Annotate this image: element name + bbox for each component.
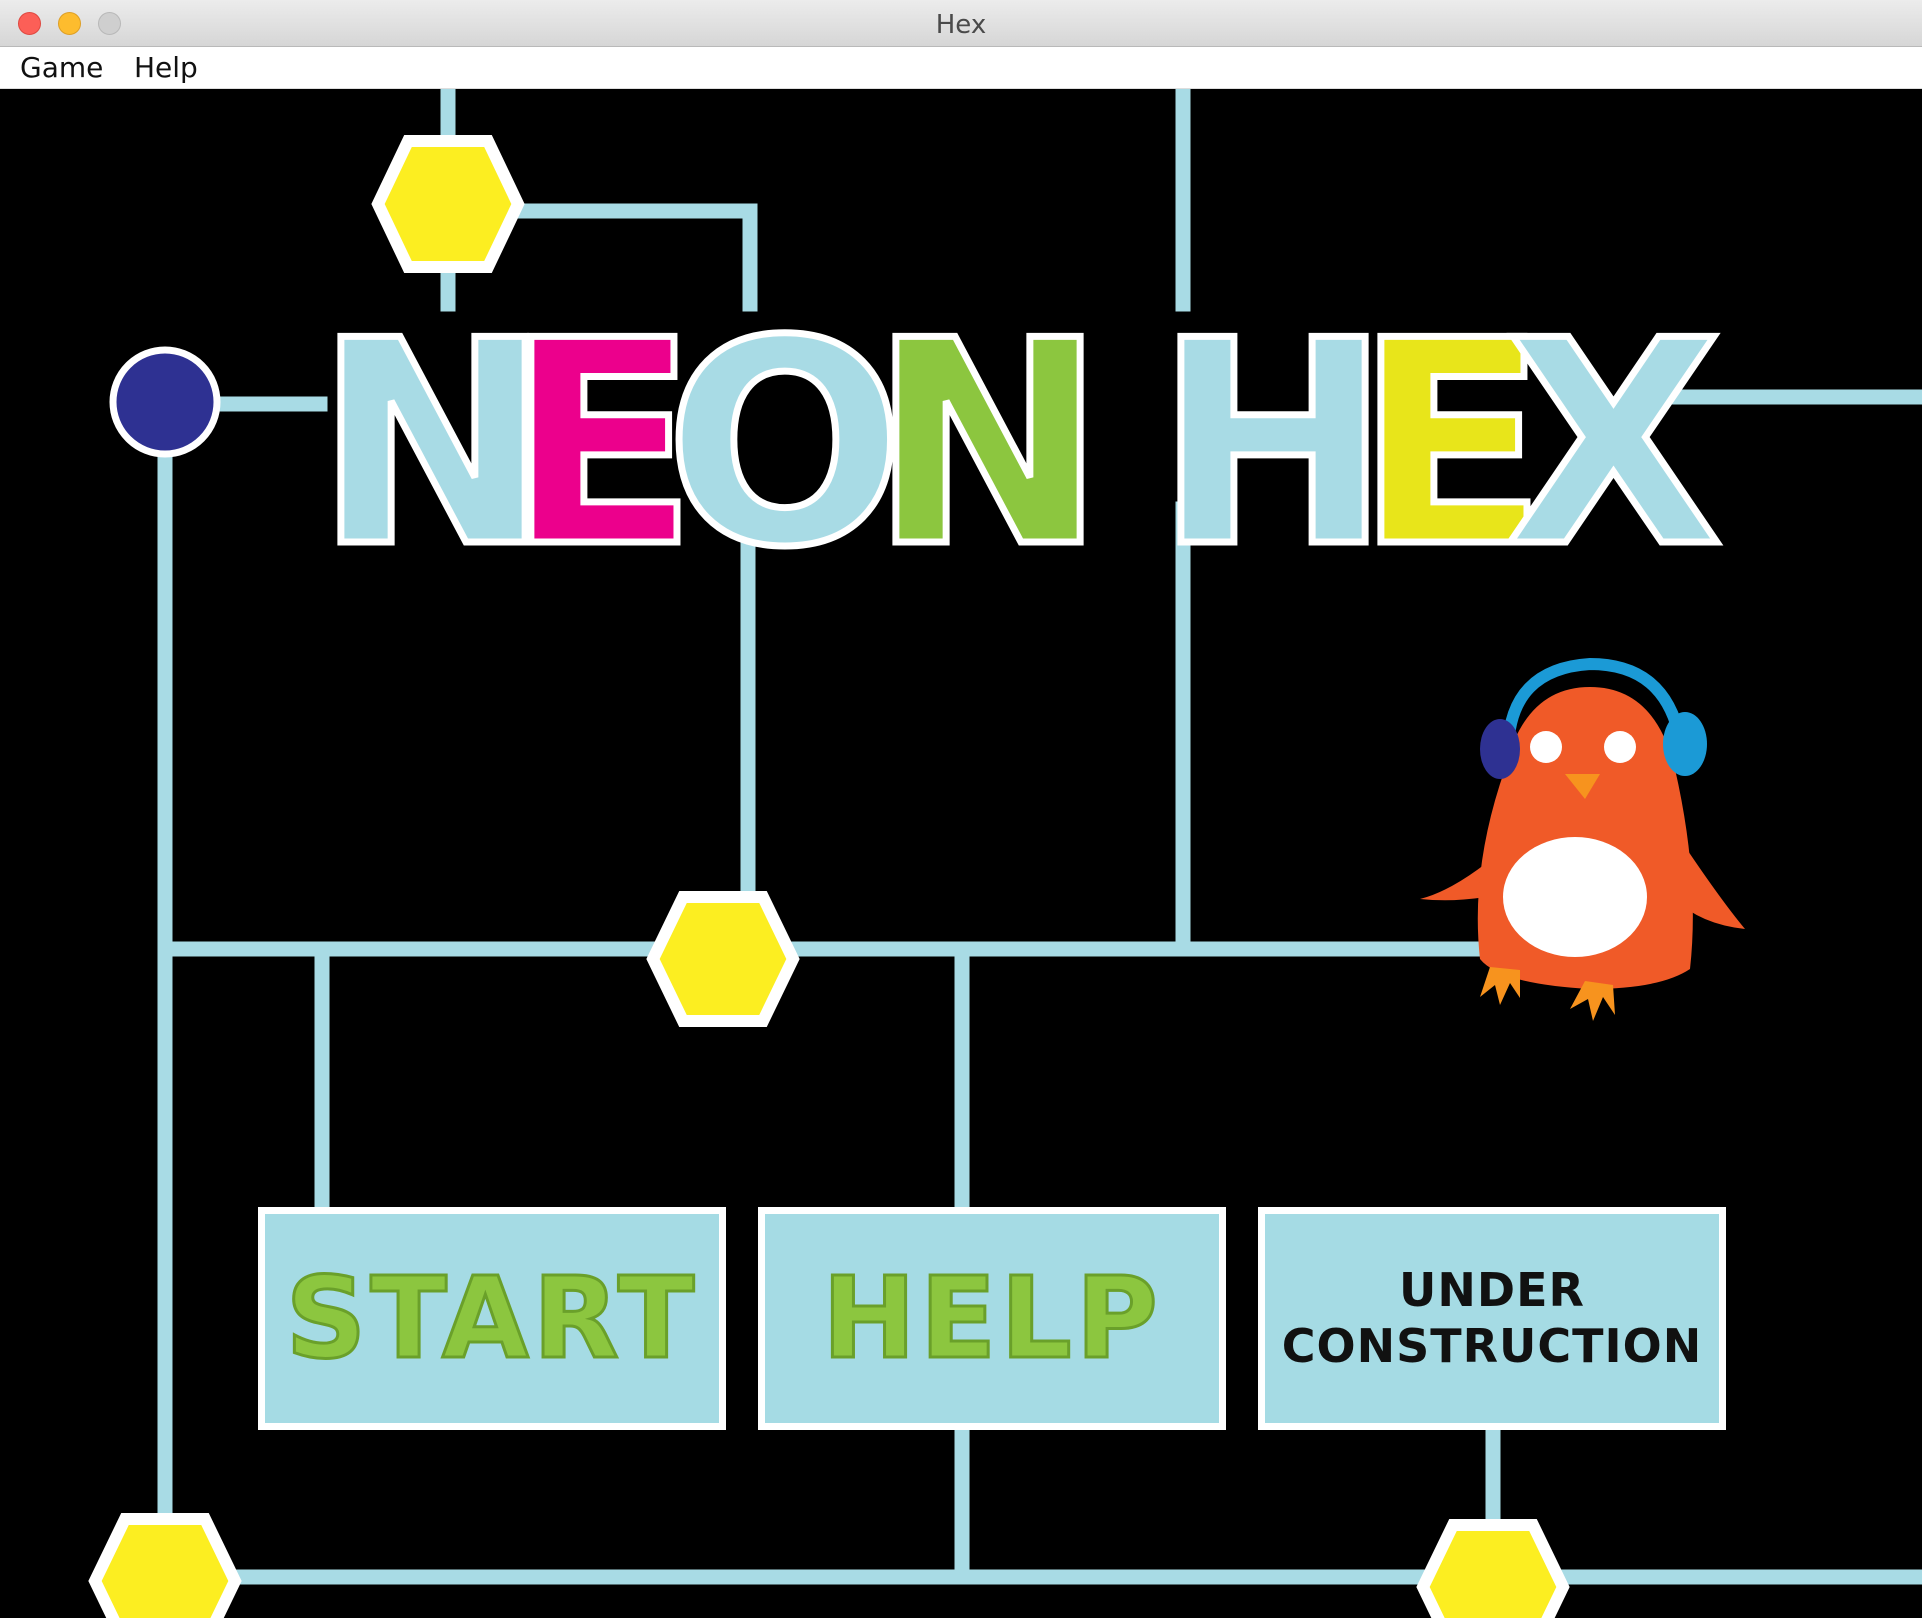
under-construction-button[interactable]: UNDER CONSTRUCTION (1258, 1207, 1726, 1430)
game-canvas: N E O N H E X START HELP UNDER CONSTRUCT… (0, 89, 1922, 1618)
menu-help[interactable]: Help (134, 51, 198, 84)
circle-node (109, 346, 221, 458)
start-button[interactable]: START (258, 1207, 726, 1430)
penguin-foot (1480, 967, 1520, 1005)
menu-game[interactable]: Game (20, 51, 103, 84)
penguin-eye (1530, 731, 1562, 763)
hex-node (1416, 1519, 1570, 1618)
penguin-mascot (1420, 657, 1745, 1021)
hex-node (88, 1513, 242, 1618)
title-letter: N (866, 280, 1109, 609)
game-window: Hex Game Help N E O N H E X START HELP U… (0, 0, 1922, 1618)
title-letter: O (662, 280, 909, 609)
hex-node (646, 891, 800, 1027)
help-button-label: HELP (821, 1252, 1162, 1385)
window-title: Hex (935, 10, 987, 40)
penguin-eye (1604, 731, 1636, 763)
penguin-belly (1503, 837, 1647, 957)
start-button-label: START (284, 1252, 699, 1385)
menu-bar: Game Help (0, 47, 1922, 89)
under-construction-label-line2: CONSTRUCTION (1281, 1318, 1703, 1373)
headphones-cup-right (1663, 712, 1707, 776)
help-button[interactable]: HELP (758, 1207, 1226, 1430)
title-letter: X (1501, 280, 1725, 609)
title-bar: Hex (0, 0, 1922, 47)
hex-node (371, 135, 525, 273)
headphones-cup-left (1480, 719, 1520, 779)
under-construction-label-line1: UNDER (1399, 1263, 1585, 1318)
